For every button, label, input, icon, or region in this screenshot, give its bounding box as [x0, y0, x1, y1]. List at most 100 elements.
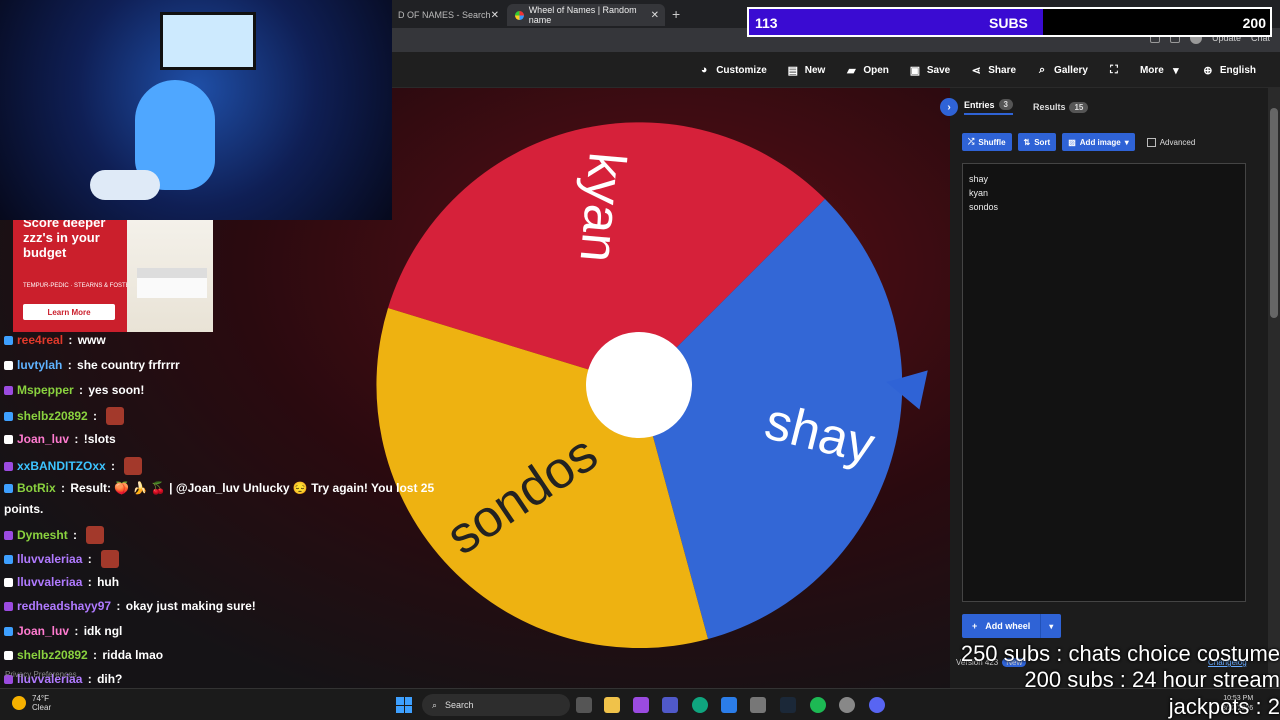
share-button[interactable]: ⋖ Share [960, 52, 1026, 88]
taskbar-search[interactable]: ⌕ Search [422, 694, 570, 716]
shuffle-icon: ⤮ [968, 137, 975, 146]
discord-icon[interactable] [869, 697, 885, 713]
chat-message: Joan_luv : idk ngl [4, 624, 122, 638]
chat-username[interactable]: lluvvaleriaa [17, 575, 82, 589]
obs-icon[interactable] [839, 697, 855, 713]
webcam-overlay [0, 0, 392, 220]
chat-emote-icon [101, 550, 120, 568]
shuffle-button[interactable]: ⤮ Shuffle [962, 133, 1012, 151]
add-image-button[interactable]: ▨ Add image ▾ [1062, 133, 1135, 151]
chat-separator: : [113, 599, 124, 613]
ad-headline: Score deeper zzz's in your budget [23, 220, 106, 260]
app-icon[interactable] [750, 697, 766, 713]
scrollbar-thumb[interactable] [1270, 108, 1278, 318]
fullscreen-button[interactable]: ⛶ [1098, 52, 1130, 88]
ad-learn-more-button[interactable]: Learn More [23, 304, 115, 320]
search-icon: ⌕ [1038, 63, 1046, 76]
chat-message: points. [4, 502, 43, 516]
advanced-checkbox[interactable]: Advanced [1146, 137, 1195, 147]
menu-label: Gallery [1054, 64, 1088, 76]
chevron-down-icon: ▾ [1173, 64, 1179, 77]
gallery-button[interactable]: ⌕ Gallery [1026, 52, 1098, 88]
chat-message: lluvvaleriaa : [4, 550, 120, 568]
save-button[interactable]: ▣ Save [899, 52, 960, 88]
tab-entries[interactable]: Entries 3 [964, 99, 1013, 115]
open-button[interactable]: ▰ Open [835, 52, 899, 88]
close-icon[interactable]: ✕ [651, 10, 659, 21]
chat-badge-icon [4, 385, 13, 395]
chat-badge-icon [4, 530, 13, 540]
menu-label: English [1219, 64, 1256, 76]
chat-username[interactable]: Dymesht [17, 528, 68, 542]
add-wheel-main[interactable]: + Add wheel [962, 614, 1042, 638]
task-view-icon[interactable] [576, 697, 592, 713]
chat-message: Mspepper : yes soon! [4, 383, 144, 397]
browser-tab-wheel[interactable]: Wheel of Names | Random name ✕ [507, 4, 665, 26]
customize-button[interactable]: ◕ Customize [688, 52, 777, 88]
chat-text: okay just making sure! [125, 599, 256, 613]
privacy-preferences-link[interactable]: Privacy Preferences [5, 670, 77, 679]
steam-icon[interactable] [780, 697, 796, 713]
copilot-icon[interactable] [633, 697, 649, 713]
chat-text: yes soon! [88, 383, 145, 397]
chat-badge-icon [4, 626, 13, 636]
wheel-pointer-icon [882, 362, 928, 410]
chat-text: she country frfrrrr [77, 358, 180, 372]
chat-username[interactable]: lluvvaleriaa [17, 552, 82, 566]
chevron-down-icon[interactable]: ▾ [1041, 622, 1061, 631]
chat-badge-icon [4, 650, 13, 660]
chat-separator: : [65, 334, 76, 347]
chat-username[interactable]: shelbz20892 [17, 409, 88, 423]
spotify-icon[interactable] [810, 697, 826, 713]
new-button[interactable]: ▤ New [777, 52, 836, 88]
chat-username[interactable]: Joan_luv [17, 624, 69, 638]
webcam-tv [160, 12, 256, 70]
checkbox-box[interactable] [1146, 137, 1156, 147]
chat-separator: : [64, 358, 76, 372]
collapse-panel-icon[interactable]: › [940, 98, 958, 116]
chat-badge-icon [4, 335, 13, 345]
chat-separator: : [71, 624, 82, 638]
webcam-microphone [90, 170, 160, 200]
teams-icon[interactable] [662, 697, 678, 713]
close-icon[interactable]: ✕ [491, 10, 499, 21]
chat-username[interactable]: xxBANDITZOxx [17, 459, 106, 473]
chat-username[interactable]: BotRix [17, 481, 56, 495]
more-button[interactable]: More ▾ [1130, 52, 1192, 88]
page-scrollbar[interactable] [1268, 88, 1280, 688]
browser-tab-search[interactable]: D OF NAMES - Search ✕ [390, 4, 505, 26]
chat-username[interactable]: redheadshayy97 [17, 599, 111, 613]
chat-username[interactable]: ree4real [17, 334, 63, 347]
fullscreen-icon: ⛶ [1110, 63, 1118, 76]
chat-text: www [77, 334, 106, 347]
chat-username[interactable]: shelbz20892 [17, 648, 88, 662]
button-label: Add wheel [985, 621, 1031, 631]
start-button[interactable] [396, 697, 412, 713]
entries-textarea[interactable]: shay kyan sondos [962, 163, 1246, 602]
file-explorer-icon[interactable] [604, 697, 620, 713]
moon-icon [12, 696, 26, 710]
tab-results[interactable]: Results 15 [1033, 101, 1089, 113]
language-button[interactable]: ⊕ English [1192, 52, 1266, 88]
advertisement[interactable]: Score deeper zzz's in your budget TEMPUR… [13, 220, 213, 332]
edge-icon[interactable] [692, 697, 708, 713]
add-wheel-button[interactable]: + Add wheel ▾ [962, 614, 1062, 638]
chat-emote-icon [124, 457, 143, 475]
chat-username[interactable]: Joan_luv [17, 432, 69, 446]
tab-label: D OF NAMES - Search [398, 10, 491, 20]
chat-message: shelbz20892 : ridda lmao [4, 648, 163, 662]
menu-label: New [804, 64, 826, 76]
chat-username[interactable]: Mspepper [17, 383, 74, 397]
chat-username[interactable]: luvtylah [17, 358, 62, 372]
plus-icon: + [972, 621, 978, 631]
store-icon[interactable] [721, 697, 737, 713]
sort-button[interactable]: ⇅ Sort [1017, 133, 1057, 151]
chat-separator: : [75, 383, 87, 397]
count-badge: 3 [998, 99, 1013, 110]
chat-text: idk ngl [83, 624, 123, 638]
wheel-center-button[interactable] [586, 332, 692, 438]
subs-label: SUBS [989, 15, 1028, 31]
chat-badge-icon [4, 434, 13, 444]
new-tab-button[interactable]: + [672, 6, 680, 22]
weather-widget[interactable]: 74°F Clear [12, 694, 51, 712]
